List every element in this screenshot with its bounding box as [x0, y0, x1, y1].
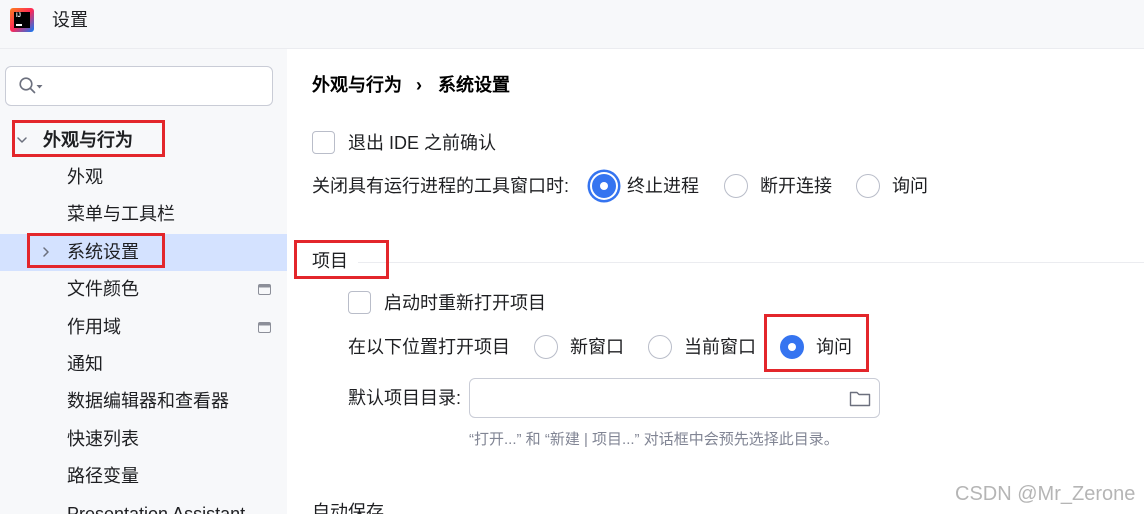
default-directory-hint: “打开...” 和 “新建 | 项目...” 对话框中会预先选择此目录。 — [469, 431, 839, 448]
tree-item-file-colors[interactable]: 文件颜色 — [0, 271, 287, 308]
default-directory-input[interactable] — [478, 384, 838, 412]
tree-item-label: 作用域 — [67, 316, 121, 337]
tree-item-appearance[interactable]: 外观 — [0, 159, 287, 196]
tree-item-notifications[interactable]: 通知 — [0, 346, 287, 383]
confirm-exit-checkbox[interactable] — [312, 131, 335, 154]
radio-new-window[interactable] — [534, 335, 558, 359]
radio-disconnect-label[interactable]: 断开连接 — [760, 174, 832, 198]
close-tool-window-label: 关闭具有运行进程的工具窗口时: — [312, 176, 569, 196]
tree-item-appearance-behavior[interactable]: 外观与行为 — [0, 122, 287, 159]
tree-item-label: Presentation Assistant — [67, 503, 246, 514]
breadcrumb-current: 系统设置 — [438, 75, 510, 95]
radio-ask-close-label[interactable]: 询问 — [892, 174, 928, 198]
watermark: CSDN @Mr_Zerone — [955, 483, 1136, 505]
project-level-icon — [258, 284, 271, 296]
section-header-project: 项目 — [312, 251, 348, 271]
tree-item-label: 外观 — [67, 166, 103, 187]
open-location-label: 在以下位置打开项目 — [348, 337, 510, 357]
search-icon[interactable] — [18, 76, 44, 96]
settings-content-panel: 外观与行为 › 系统设置 退出 IDE 之前确认 关闭具有运行进程的工具窗口时: 终… — [287, 49, 1144, 514]
reopen-projects-label[interactable]: 启动时重新打开项目 — [384, 291, 546, 315]
radio-new-window-label[interactable]: 新窗口 — [570, 335, 624, 359]
settings-search-box[interactable] — [5, 66, 273, 106]
logo-inner: IJ — [14, 12, 30, 28]
window-title: 设置 — [52, 10, 88, 30]
project-level-icon — [258, 321, 271, 333]
tree-item-data-editors[interactable]: 数据编辑器和查看器 — [0, 383, 287, 420]
reopen-projects-checkbox[interactable] — [348, 291, 371, 314]
radio-disconnect[interactable] — [724, 174, 748, 198]
tree-item-label: 快速列表 — [67, 428, 139, 449]
radio-ask-close[interactable] — [856, 174, 880, 198]
tree-item-scopes[interactable]: 作用域 — [0, 309, 287, 346]
radio-ask-open[interactable] — [780, 335, 804, 359]
tree-item-label: 路径变量 — [67, 466, 139, 487]
folder-icon[interactable] — [849, 390, 871, 408]
tree-item-label: 文件颜色 — [67, 279, 139, 300]
section-divider — [358, 262, 1144, 263]
logo-underline — [16, 24, 22, 26]
chevron-down-icon[interactable] — [16, 134, 28, 146]
tree-item-label: 数据编辑器和查看器 — [67, 391, 229, 412]
settings-sidebar: 外观与行为 外观 菜单与工具栏 系统设置 文件颜色 作用域 通知 数据编辑器和查… — [0, 49, 287, 514]
radio-terminate-process-label[interactable]: 终止进程 — [627, 174, 699, 198]
tree-item-label: 通知 — [67, 353, 103, 374]
tree-item-label: 菜单与工具栏 — [67, 204, 175, 225]
default-directory-field[interactable] — [469, 378, 880, 418]
default-directory-label: 默认项目目录: — [348, 388, 462, 408]
breadcrumb-separator: › — [416, 75, 422, 95]
title-bar: IJ 设置 — [0, 0, 1144, 49]
tree-item-label: 系统设置 — [67, 241, 139, 262]
logo-text: IJ — [16, 13, 22, 19]
breadcrumb: 外观与行为 › 系统设置 — [312, 73, 510, 97]
radio-ask-open-label[interactable]: 询问 — [816, 335, 852, 359]
confirm-exit-label[interactable]: 退出 IDE 之前确认 — [348, 131, 496, 155]
chevron-right-icon[interactable] — [40, 246, 52, 258]
tree-item-menus-toolbars[interactable]: 菜单与工具栏 — [0, 196, 287, 233]
settings-search-input[interactable] — [50, 71, 264, 101]
tree-item-label: 外观与行为 — [43, 129, 133, 150]
tree-item-system-settings[interactable]: 系统设置 — [0, 233, 287, 271]
section-header-autosave: 自动保存 — [312, 502, 384, 514]
tree-item-quick-lists[interactable]: 快速列表 — [0, 421, 287, 458]
radio-terminate-process[interactable] — [592, 174, 616, 198]
intellij-logo-icon: IJ — [10, 8, 34, 32]
tree-item-presentation-assistant[interactable]: Presentation Assistant — [0, 496, 287, 514]
radio-current-window-label[interactable]: 当前窗口 — [684, 335, 756, 359]
breadcrumb-parent[interactable]: 外观与行为 — [312, 75, 402, 95]
tree-item-path-variables[interactable]: 路径变量 — [0, 458, 287, 495]
radio-current-window[interactable] — [648, 335, 672, 359]
